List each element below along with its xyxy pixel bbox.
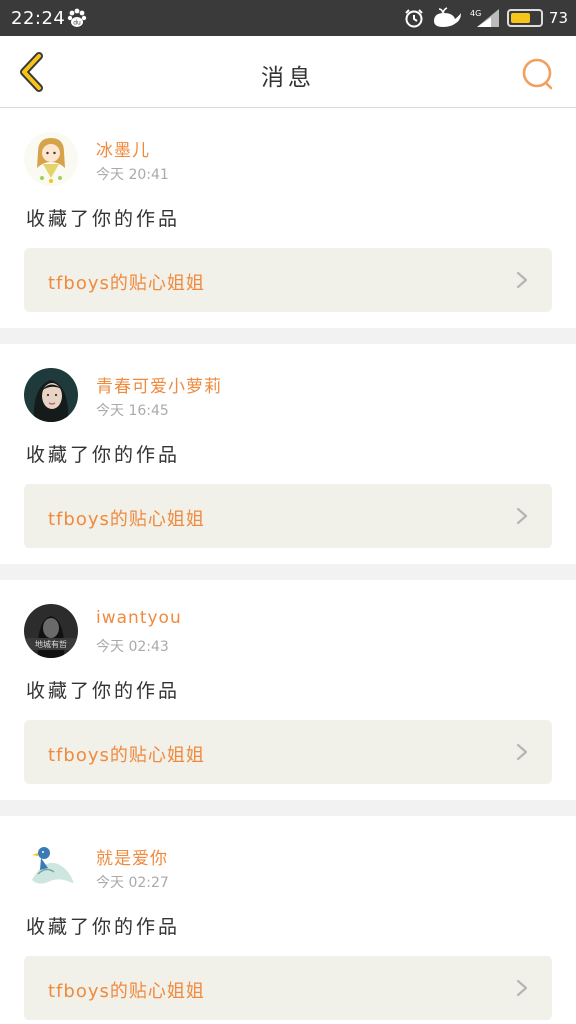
message-action: 收藏了你的作品: [26, 444, 181, 466]
work-title: tfboys的贴心姐姐: [48, 273, 205, 294]
username[interactable]: 冰墨儿: [96, 136, 150, 161]
app-header: 消息: [0, 36, 576, 108]
battery-percent: 73: [548, 9, 568, 27]
message-card: 冰墨儿 今天 20:41 收藏了你的作品 tfboys的贴心姐姐: [0, 108, 576, 328]
message-action: 收藏了你的作品: [26, 208, 181, 230]
username[interactable]: 就是爱你: [96, 844, 168, 869]
message-time: 今天 02:43: [96, 639, 169, 655]
username[interactable]: 青春可爱小萝莉: [96, 372, 222, 397]
message-action: 收藏了你的作品: [26, 680, 181, 702]
whale-icon: [433, 7, 461, 27]
avatar[interactable]: [24, 368, 78, 422]
work-link[interactable]: tfboys的贴心姐姐: [24, 956, 552, 1020]
username[interactable]: iwantyou: [96, 608, 182, 628]
chevron-right-icon: [516, 979, 528, 997]
avatar[interactable]: 地城有哲: [24, 604, 78, 658]
chevron-right-icon: [516, 507, 528, 525]
message-card: 青春可爱小萝莉 今天 16:45 收藏了你的作品 tfboys的贴心姐姐: [0, 344, 576, 564]
blue-bird-avatar: [24, 840, 78, 894]
portrait-photo-avatar: [24, 368, 78, 422]
chevron-right-icon: [516, 271, 528, 289]
chevron-right-icon: [516, 743, 528, 761]
svg-text:4G: 4G: [470, 9, 481, 18]
girl-cartoon-avatar: [24, 132, 78, 186]
bw-photo-avatar: 地城有哲: [24, 604, 78, 658]
signal-icon: 4G: [470, 9, 499, 27]
message-card: 就是爱你 今天 02:27 收藏了你的作品 tfboys的贴心姐姐: [0, 816, 576, 1024]
work-link[interactable]: tfboys的贴心姐姐: [24, 248, 552, 312]
page-title: 消息: [261, 65, 315, 91]
alarm-icon: [405, 9, 423, 28]
message-card: 地城有哲 iwantyou 今天 02:43 收藏了你的作品 tfboys的贴心…: [0, 580, 576, 800]
message-action: 收藏了你的作品: [26, 916, 181, 938]
avatar-caption: 地城有哲: [35, 639, 67, 649]
svg-text:du: du: [73, 20, 81, 27]
work-link[interactable]: tfboys的贴心姐姐: [24, 484, 552, 548]
search-icon: [522, 58, 553, 90]
message-time: 今天 20:41: [96, 167, 169, 183]
status-bar: 22:24 du 4G 73: [0, 0, 576, 36]
status-time: 22:24: [11, 8, 66, 29]
search-button[interactable]: [518, 54, 558, 94]
message-list: 冰墨儿 今天 20:41 收藏了你的作品 tfboys的贴心姐姐 青春可爱小萝莉…: [0, 108, 576, 1024]
work-link[interactable]: tfboys的贴心姐姐: [24, 720, 552, 784]
work-title: tfboys的贴心姐姐: [48, 509, 205, 530]
work-title: tfboys的贴心姐姐: [48, 745, 205, 766]
paw-icon: du: [67, 8, 87, 27]
message-time: 今天 02:27: [96, 875, 169, 891]
battery-icon: [506, 9, 543, 27]
avatar[interactable]: [24, 132, 78, 186]
avatar[interactable]: [24, 840, 78, 894]
work-title: tfboys的贴心姐姐: [48, 981, 205, 1002]
message-time: 今天 16:45: [96, 403, 169, 419]
